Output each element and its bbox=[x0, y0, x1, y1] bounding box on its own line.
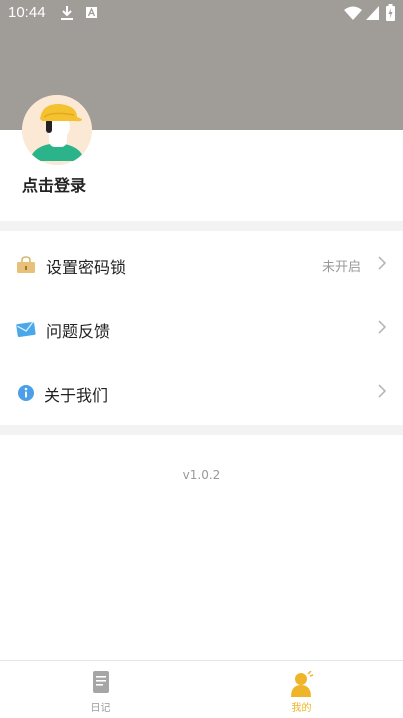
lock-icon bbox=[17, 256, 35, 273]
avatar[interactable] bbox=[22, 95, 92, 165]
download-icon bbox=[61, 6, 73, 20]
menu-item-about[interactable]: 关于我们 bbox=[0, 360, 403, 424]
diary-icon bbox=[92, 671, 109, 693]
battery-icon bbox=[386, 4, 395, 21]
signal-icon bbox=[366, 6, 379, 20]
bottom-tab-bar: 日记 我的 bbox=[0, 660, 403, 718]
notification-a-icon bbox=[86, 7, 97, 18]
status-bar: 10:44 bbox=[0, 0, 403, 28]
profile-icon bbox=[290, 671, 313, 697]
tab-label: 日记 bbox=[90, 703, 111, 714]
chevron-right-icon bbox=[378, 256, 387, 270]
section-divider bbox=[0, 221, 403, 231]
menu-item-label: 设置密码锁 bbox=[46, 258, 127, 277]
tab-diary[interactable]: 日记 bbox=[0, 661, 201, 718]
chevron-right-icon bbox=[378, 320, 387, 334]
tab-label: 我的 bbox=[291, 703, 312, 714]
tab-mine[interactable]: 我的 bbox=[201, 661, 402, 718]
info-icon bbox=[18, 385, 34, 401]
menu-item-feedback[interactable]: 问题反馈 bbox=[0, 296, 403, 360]
user-avatar-icon bbox=[22, 95, 92, 165]
menu-item-password-lock[interactable]: 设置密码锁 未开启 bbox=[0, 232, 403, 296]
wifi-icon bbox=[344, 6, 362, 20]
login-prompt[interactable]: 点击登录 bbox=[22, 172, 86, 196]
section-divider bbox=[0, 425, 403, 435]
menu-item-label: 问题反馈 bbox=[46, 322, 111, 341]
chevron-right-icon bbox=[378, 384, 387, 398]
app-version: v1.0.2 bbox=[182, 468, 221, 482]
lock-status: 未开启 bbox=[321, 260, 361, 275]
status-time: 10:44 bbox=[8, 4, 46, 21]
envelope-icon bbox=[16, 321, 36, 338]
menu-item-label: 关于我们 bbox=[44, 386, 109, 405]
